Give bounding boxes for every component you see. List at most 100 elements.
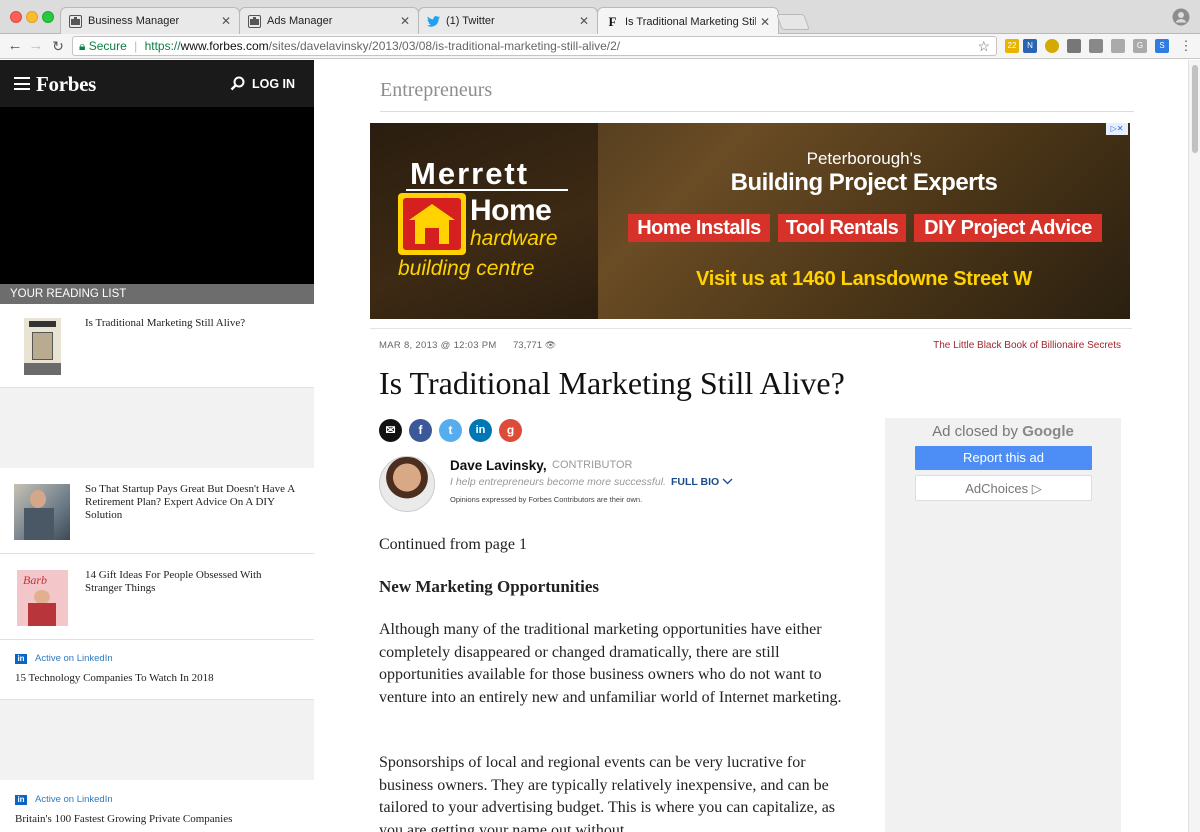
linkedin-icon: in <box>15 795 27 805</box>
ad-brand-rule <box>406 189 568 191</box>
source-label: Active on LinkedIn <box>35 653 113 664</box>
ad-brand-building: building centre <box>398 257 535 280</box>
scrollbar-thumb[interactable] <box>1192 65 1198 153</box>
reading-list-title: Is Traditional Marketing Still Alive? <box>85 317 246 329</box>
reading-list-item[interactable]: Is Traditional Marketing Still Alive? <box>0 304 314 388</box>
article-paragraph: Although many of the traditional marketi… <box>379 621 842 706</box>
full-bio-label: FULL BIO <box>671 476 720 488</box>
login-label: LOG IN <box>252 76 296 91</box>
reading-list-item[interactable]: So That Startup Pays Great But Doesn't H… <box>0 468 314 554</box>
sidebar: Forbes LOG IN YOUR READING LIST Is Tradi… <box>0 60 314 832</box>
window-zoom-button[interactable] <box>42 11 54 23</box>
author-role: CONTRIBUTOR <box>552 459 633 471</box>
adchoices-button[interactable]: AdChoices ▷ <box>915 475 1092 501</box>
forbes-page: Forbes LOG IN YOUR READING LIST Is Tradi… <box>0 60 1188 832</box>
tab-close-icon[interactable]: ✕ <box>400 14 410 28</box>
continued-text: Continued from page 1 <box>379 536 527 553</box>
ad-service-diy-advice[interactable]: DIY Project Advice <box>914 214 1102 242</box>
home-hardware-logo-icon <box>398 193 466 255</box>
hamburger-menu-icon[interactable] <box>14 77 30 90</box>
extension-camera-icon[interactable] <box>1089 39 1103 53</box>
url-path: /sites/davelavinsky/2013/03/08/is-tradit… <box>268 39 621 53</box>
tab-business-manager[interactable]: Business Manager ✕ <box>60 7 240 34</box>
reload-icon[interactable]: ↻ <box>49 37 67 55</box>
tab-close-icon[interactable]: ✕ <box>579 14 589 28</box>
report-ad-button[interactable]: Report this ad <box>915 446 1092 470</box>
tab-close-icon[interactable]: ✕ <box>221 14 231 28</box>
extension-calendar-icon[interactable]: 22 <box>1005 39 1019 53</box>
reading-list-header: YOUR READING LIST <box>0 284 314 304</box>
profile-icon[interactable] <box>1172 8 1190 26</box>
browser-menu-icon[interactable]: ⋮ <box>1177 37 1195 55</box>
reading-list-title: 15 Technology Companies To Watch In 2018 <box>15 672 214 684</box>
full-bio-link[interactable]: FULL BIO <box>671 476 733 488</box>
adchoices-icon[interactable]: ▷✕ <box>1106 123 1128 135</box>
ad-visit-address: Visit us at 1460 Lansdowne Street W <box>696 268 1032 290</box>
window-minimize-button[interactable] <box>26 11 38 23</box>
article-headline: Is Traditional Marketing Still Alive? <box>379 365 845 401</box>
ad-brand-hardware: hardware <box>470 227 558 250</box>
article-thumbnail <box>14 484 70 540</box>
ad-closed-label: Ad closed by <box>932 423 1019 440</box>
ad-closed-message: Ad closed by Google <box>885 423 1121 440</box>
reading-list-item[interactable]: in Active on LinkedIn Britain's 100 Faste… <box>0 780 314 832</box>
tab-forbes-article[interactable]: F Is Traditional Marketing Still Al ✕ <box>597 7 779 35</box>
google-plus-share-icon[interactable]: g <box>499 419 522 442</box>
tab-label: Business Manager <box>88 15 180 27</box>
extension-s-icon[interactable]: S <box>1155 39 1169 53</box>
tab-ads-manager[interactable]: Ads Manager ✕ <box>239 7 419 34</box>
twitter-share-icon[interactable]: t <box>439 419 462 442</box>
reading-list-item[interactable]: Barb 14 Gift Ideas For People Obsessed W… <box>0 554 314 640</box>
secure-label: Secure <box>88 39 127 53</box>
google-logo: Google <box>1022 423 1074 440</box>
chevron-down-icon <box>722 478 733 485</box>
ad-service-home-installs[interactable]: Home Installs <box>628 214 770 242</box>
linkedin-share-icon[interactable]: in <box>469 419 492 442</box>
reading-list-title: Britain's 100 Fastest Growing Private Co… <box>15 813 233 825</box>
extension-code-icon[interactable] <box>1111 39 1125 53</box>
tab-twitter[interactable]: (1) Twitter ✕ <box>418 7 598 34</box>
back-arrow-icon[interactable]: ← <box>6 37 24 55</box>
linkedin-icon: in <box>15 654 27 664</box>
email-share-icon[interactable]: ✉ <box>379 419 402 442</box>
extension-new-icon[interactable]: N <box>1023 39 1037 53</box>
article-column: Entrepreneurs Merrett Home hardware buil… <box>314 60 1188 832</box>
tab-close-icon[interactable]: ✕ <box>760 15 770 29</box>
meta-divider <box>370 328 1132 329</box>
forbes-logo[interactable]: Forbes <box>36 72 96 97</box>
extension-g-icon[interactable]: G <box>1133 39 1147 53</box>
lock-icon: 🔒︎ <box>79 39 86 53</box>
url-divider: | <box>134 39 138 53</box>
linkedin-source: in Active on LinkedIn <box>15 654 113 664</box>
banner-ad[interactable]: Merrett Home hardware building centre Pe… <box>370 123 1130 319</box>
browser-tab-strip: Business Manager ✕ Ads Manager ✕ (1) Twi… <box>0 0 1200 35</box>
author-avatar[interactable] <box>379 456 435 512</box>
reading-list-item[interactable]: in Active on LinkedIn 15 Technology Compa… <box>0 640 314 700</box>
browser-toolbar: ← → ↻ 🔒︎ Secure | https://www.forbes.com… <box>0 34 1200 59</box>
forbes-header: Forbes LOG IN <box>0 60 314 107</box>
reading-list-title: 14 Gift Ideas For People Obsessed With S… <box>85 569 262 594</box>
promo-link[interactable]: The Little Black Book of Billionaire Sec… <box>933 340 1121 351</box>
extension-square-icon[interactable] <box>1067 39 1081 53</box>
author-name[interactable]: Dave Lavinsky, <box>450 458 547 473</box>
page-scrollbar[interactable] <box>1188 60 1200 832</box>
address-bar[interactable]: 🔒︎ Secure | https://www.forbes.com/sites… <box>72 36 997 56</box>
author-tagline: I help entrepreneurs become more success… <box>450 476 666 488</box>
extension-bulb-icon[interactable] <box>1045 39 1059 53</box>
ad-service-tool-rentals[interactable]: Tool Rentals <box>778 214 906 242</box>
article-subheading: New Marketing Opportunities <box>379 577 600 596</box>
new-tab-button[interactable] <box>776 14 810 30</box>
video-player[interactable] <box>0 107 314 284</box>
facebook-share-icon[interactable]: f <box>409 419 432 442</box>
bookmark-star-icon[interactable]: ☆ <box>977 37 990 55</box>
tab-label: (1) Twitter <box>446 15 495 27</box>
login-button[interactable]: LOG IN <box>230 76 295 91</box>
forward-arrow-icon[interactable]: → <box>27 37 45 55</box>
ad-tagline-large: Building Project Experts <box>730 169 998 196</box>
source-label: Active on LinkedIn <box>35 794 113 805</box>
channel-label[interactable]: Entrepreneurs <box>380 79 492 102</box>
window-close-button[interactable] <box>10 11 22 23</box>
ad-brand-home: Home <box>470 194 552 227</box>
tab-label: Ads Manager <box>267 15 333 27</box>
eye-icon: 👁︎ <box>544 340 557 350</box>
